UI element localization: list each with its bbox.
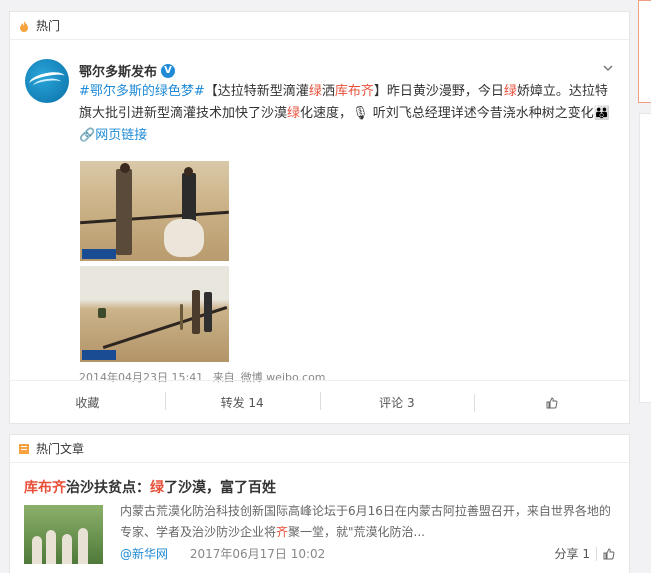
chevron-down-icon[interactable] <box>603 63 613 73</box>
share-button[interactable]: 分享 1 <box>555 545 590 562</box>
article-title[interactable]: 库布齐治沙扶贫点：绿了沙漠，富了百姓 <box>24 477 276 497</box>
family-icon: 👪 <box>593 106 610 121</box>
hot-label: 热门 <box>36 19 61 33</box>
post-image-1[interactable] <box>80 161 229 261</box>
web-link[interactable]: 🔗网页链接 <box>79 128 147 143</box>
favorite-button[interactable]: 收藏 <box>10 394 165 411</box>
post-image-2[interactable] <box>80 266 229 362</box>
hot-header: 热门 <box>10 12 629 40</box>
article-thumbnail[interactable] <box>24 505 103 564</box>
author-name[interactable]: 鄂尔多斯发布 V <box>79 61 176 80</box>
topic-link[interactable]: #鄂尔多斯的绿色梦# <box>79 84 205 99</box>
article-header-label: 热门文章 <box>36 442 85 456</box>
repost-button[interactable]: 转发 14 <box>164 392 320 411</box>
thumbs-up-icon[interactable] <box>603 547 615 560</box>
verified-icon: V <box>161 63 176 78</box>
article-source: @新华网 2017年06月17日 10:02 <box>120 545 325 562</box>
thumbs-up-icon <box>546 397 558 409</box>
article-excerpt: 内蒙古荒漠化防治科技创新国际高峰论坛于6月16日在内蒙古阿拉善盟召开，来自世界各… <box>120 504 611 539</box>
right-sidebar-panel <box>638 0 651 103</box>
article-icon <box>18 443 30 455</box>
right-sidebar-panel-2 <box>639 113 651 403</box>
post-text: #鄂尔多斯的绿色梦#【达拉特新型滴灌绿洒库布齐】昨日黄沙漫野，今日绿娇嫜立。达拉… <box>79 84 610 143</box>
avatar[interactable] <box>25 59 69 103</box>
comment-button[interactable]: 评论 3 <box>319 392 475 411</box>
article-actions: 分享 1 <box>555 545 615 562</box>
like-button[interactable] <box>474 393 629 412</box>
hot-article-card: 热门文章 库布齐治沙扶贫点：绿了沙漠，富了百姓 内蒙古荒漠化防治科技创新国际高峰… <box>9 434 630 573</box>
microphone-icon: 🎙 <box>352 106 369 121</box>
weibo-feed-card: 热门 鄂尔多斯发布 V #鄂尔多斯的绿色梦#【达拉特新型滴灌绿洒库布齐】昨日黄沙… <box>9 11 630 424</box>
article-author-link[interactable]: @新华网 <box>120 547 168 561</box>
flame-icon <box>18 20 30 32</box>
article-date: 2017年06月17日 10:02 <box>189 547 326 561</box>
article-header: 热门文章 <box>10 435 629 463</box>
post-actions: 收藏 转发 14 评论 3 <box>10 380 629 424</box>
